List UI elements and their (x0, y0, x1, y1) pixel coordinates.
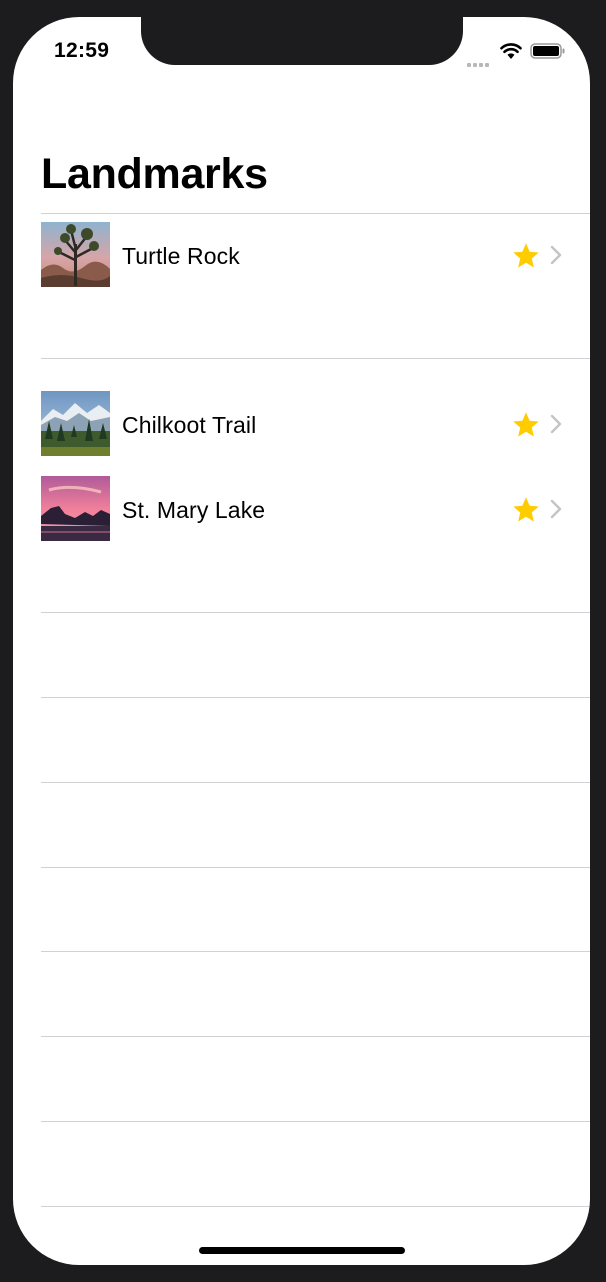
landmark-name: Turtle Rock (122, 243, 240, 269)
wifi-icon (500, 43, 522, 59)
status-time: 12:59 (54, 39, 110, 62)
list-separator (41, 782, 590, 783)
landmark-thumbnail (41, 222, 110, 287)
landmark-row-chilkoot-trail[interactable]: Chilkoot Trail (41, 391, 590, 457)
favorite-star-icon (513, 497, 539, 522)
list-separator (41, 867, 590, 868)
list-separator (41, 612, 590, 613)
list-separator (41, 951, 590, 952)
chevron-right-icon (550, 245, 562, 265)
list-separator (41, 1121, 590, 1122)
list-separator (41, 1036, 590, 1037)
battery-icon (530, 43, 565, 59)
landmark-row-st-mary-lake[interactable]: St. Mary Lake (41, 476, 590, 542)
list-separator (41, 358, 590, 359)
landmark-thumbnail (41, 476, 110, 541)
list-separator (41, 697, 590, 698)
chevron-right-icon (550, 414, 562, 434)
favorite-star-icon (513, 243, 539, 268)
landmark-thumbnail (41, 391, 110, 456)
landmark-name: St. Mary Lake (122, 497, 266, 523)
landmark-name: Chilkoot Trail (122, 412, 257, 438)
app-screen: 12:59 Landmarks Turtle Rock Chilkoot Tra… (13, 17, 590, 1265)
landmark-row-turtle-rock[interactable]: Turtle Rock (41, 222, 590, 288)
list-separator (41, 213, 590, 214)
phone-device: 12:59 Landmarks Turtle Rock Chilkoot Tra… (0, 0, 606, 1282)
signal-icon (467, 54, 493, 67)
page-title: Landmarks (41, 150, 268, 198)
chevron-right-icon (550, 499, 562, 519)
device-notch (141, 17, 463, 65)
favorite-star-icon (513, 412, 539, 437)
list-separator (41, 1206, 590, 1207)
home-indicator[interactable] (199, 1247, 405, 1254)
